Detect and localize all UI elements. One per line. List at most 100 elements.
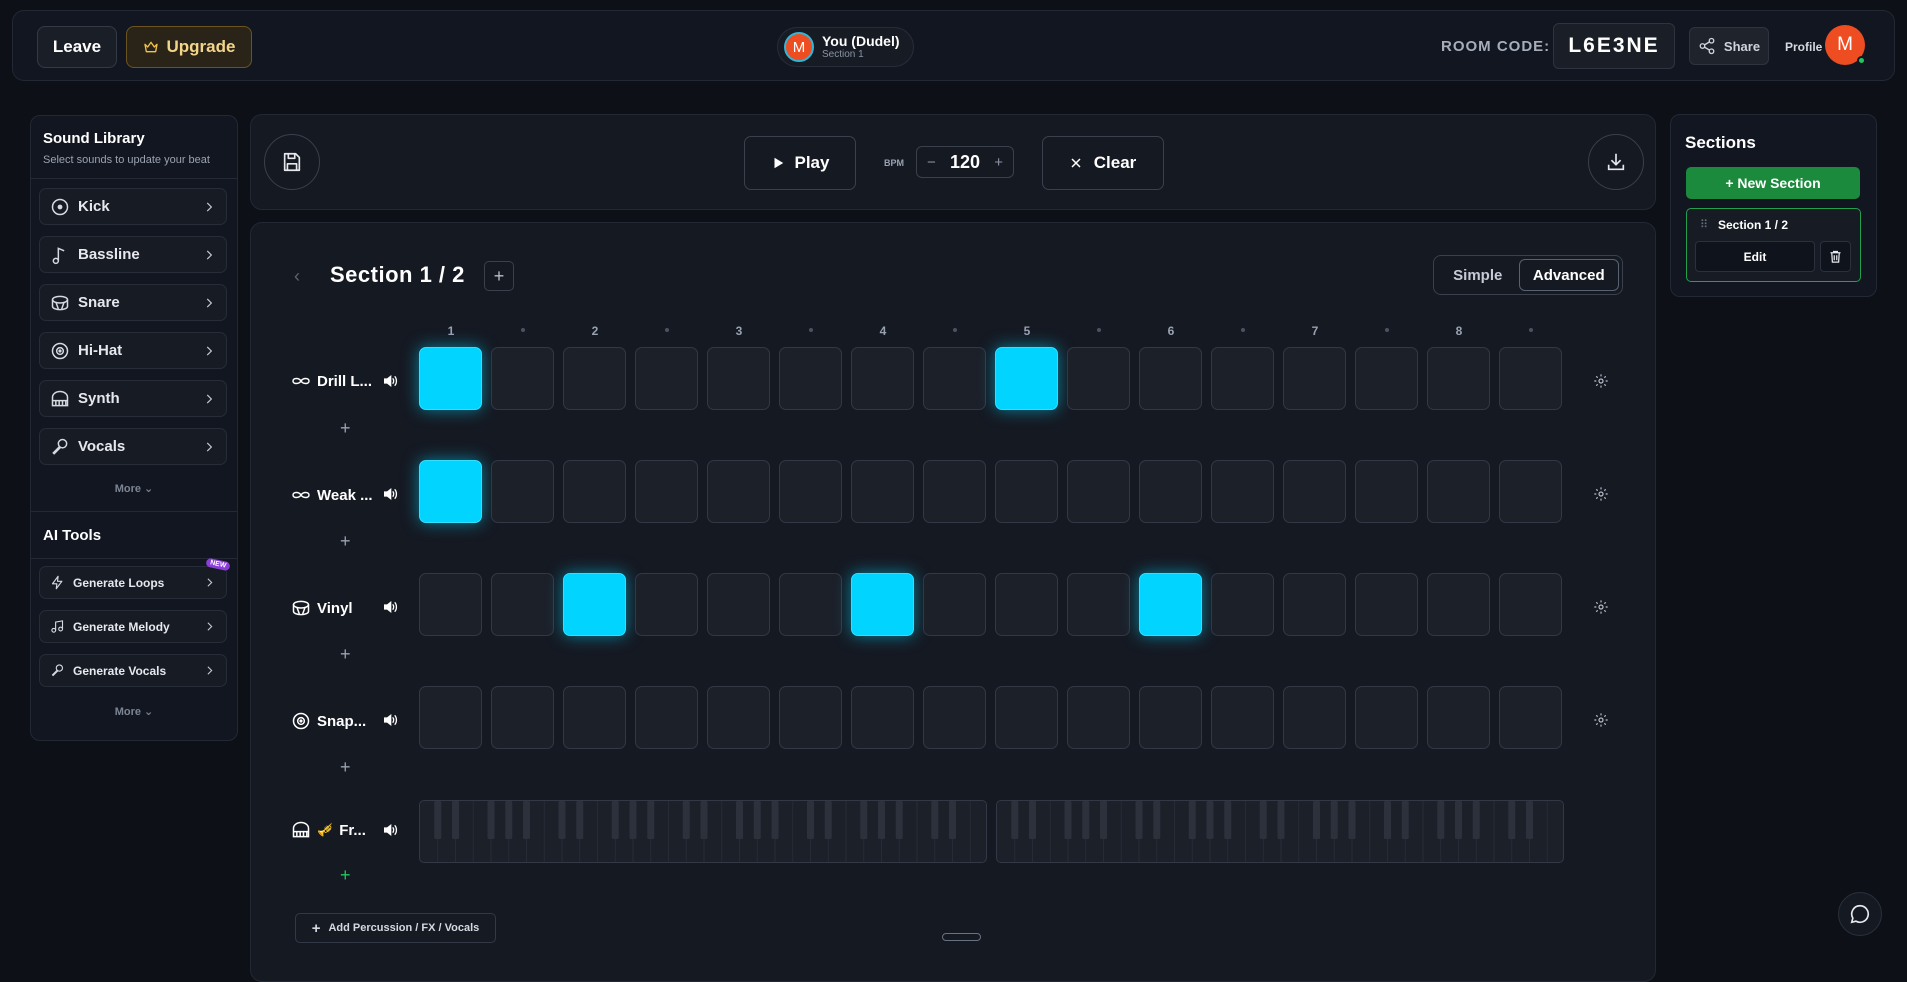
bpm-decrement-button[interactable]: − [927, 154, 936, 171]
drag-grip-icon[interactable]: ⠿ [1700, 218, 1708, 231]
add-track-variation-button[interactable]: + [340, 418, 351, 439]
step-cell[interactable] [635, 686, 698, 749]
step-cell[interactable] [1139, 686, 1202, 749]
ai-item-generate-loops[interactable]: Generate Loops [39, 566, 227, 599]
step-cell[interactable] [1499, 573, 1562, 636]
step-cell[interactable] [563, 460, 626, 523]
step-cell[interactable] [1211, 686, 1274, 749]
sound-item-hihat[interactable]: Hi-Hat [39, 332, 227, 369]
section-card[interactable]: ⠿ Section 1 / 2 Edit [1686, 208, 1861, 282]
step-cell[interactable] [1427, 573, 1490, 636]
mode-advanced-button[interactable]: Advanced [1518, 259, 1619, 291]
add-track-variation-button[interactable]: + [340, 531, 351, 552]
step-cell[interactable] [563, 347, 626, 410]
step-cell[interactable] [851, 686, 914, 749]
gear-icon[interactable] [1593, 599, 1609, 615]
track-label-4[interactable]: Snap... [291, 709, 366, 733]
step-cell[interactable] [1427, 347, 1490, 410]
step-cell[interactable] [1067, 347, 1130, 410]
step-cell[interactable] [923, 686, 986, 749]
delete-section-button[interactable] [1820, 241, 1851, 272]
step-cell[interactable] [1283, 347, 1346, 410]
gear-icon[interactable] [1593, 486, 1609, 502]
share-button[interactable]: Share [1689, 27, 1769, 65]
ai-item-generate-melody[interactable]: Generate Melody [39, 610, 227, 643]
sound-item-bassline[interactable]: Bassline [39, 236, 227, 273]
new-section-button[interactable]: + New Section [1686, 167, 1860, 199]
upgrade-button[interactable]: Upgrade [126, 26, 252, 68]
sound-item-kick[interactable]: Kick [39, 188, 227, 225]
track-label-3[interactable]: Vinyl [291, 596, 353, 620]
track-label-5[interactable]: 🎺 Fr... [291, 818, 366, 842]
download-button[interactable] [1588, 134, 1644, 190]
step-cell[interactable] [995, 347, 1058, 410]
piano-roll-2[interactable] [996, 800, 1564, 863]
step-cell[interactable] [1211, 573, 1274, 636]
add-track-variation-button[interactable]: + [340, 865, 351, 886]
speaker-icon[interactable] [382, 373, 398, 389]
sound-item-snare[interactable]: Snare [39, 284, 227, 321]
step-cell[interactable] [419, 573, 482, 636]
step-cell[interactable] [635, 347, 698, 410]
step-cell[interactable] [707, 573, 770, 636]
mode-simple-button[interactable]: Simple [1437, 259, 1519, 291]
clear-button[interactable]: Clear [1042, 136, 1164, 190]
step-cell[interactable] [563, 686, 626, 749]
step-cell[interactable] [1355, 347, 1418, 410]
step-cell[interactable] [491, 347, 554, 410]
step-cell[interactable] [995, 460, 1058, 523]
step-cell[interactable] [923, 573, 986, 636]
step-cell[interactable] [1283, 686, 1346, 749]
step-cell[interactable] [1499, 460, 1562, 523]
step-cell[interactable] [1355, 573, 1418, 636]
step-cell[interactable] [563, 573, 626, 636]
step-cell[interactable] [491, 573, 554, 636]
sound-library-more[interactable]: More ⌄ [31, 482, 237, 495]
bpm-increment-button[interactable]: + [994, 154, 1003, 171]
play-button[interactable]: Play [744, 136, 856, 190]
step-cell[interactable] [1211, 347, 1274, 410]
chat-button[interactable] [1838, 892, 1882, 936]
gear-icon[interactable] [1593, 712, 1609, 728]
track-label-2[interactable]: Weak ... [291, 483, 373, 507]
step-cell[interactable] [1427, 686, 1490, 749]
step-cell[interactable] [1139, 573, 1202, 636]
gear-icon[interactable] [1593, 373, 1609, 389]
step-cell[interactable] [419, 686, 482, 749]
step-cell[interactable] [1067, 573, 1130, 636]
speaker-icon[interactable] [382, 486, 398, 502]
add-track-variation-button[interactable]: + [340, 757, 351, 778]
step-cell[interactable] [1355, 686, 1418, 749]
ai-tools-more[interactable]: More ⌄ [31, 705, 237, 718]
step-cell[interactable] [1427, 460, 1490, 523]
step-cell[interactable] [851, 573, 914, 636]
step-cell[interactable] [923, 460, 986, 523]
previous-section-icon[interactable]: ‹ [294, 266, 300, 287]
track-label-1[interactable]: Drill L... [291, 369, 372, 393]
drag-handle[interactable] [942, 933, 981, 941]
profile-label[interactable]: Profile [1785, 40, 1822, 54]
ai-item-generate-vocals[interactable]: Generate Vocals [39, 654, 227, 687]
step-cell[interactable] [1355, 460, 1418, 523]
step-cell[interactable] [635, 573, 698, 636]
step-cell[interactable] [1499, 686, 1562, 749]
step-cell[interactable] [1211, 460, 1274, 523]
step-cell[interactable] [491, 686, 554, 749]
step-cell[interactable] [923, 347, 986, 410]
step-cell[interactable] [1139, 460, 1202, 523]
step-cell[interactable] [1067, 686, 1130, 749]
piano-roll-1[interactable] [419, 800, 987, 863]
step-cell[interactable] [635, 460, 698, 523]
step-cell[interactable] [995, 573, 1058, 636]
step-cell[interactable] [707, 347, 770, 410]
step-cell[interactable] [419, 460, 482, 523]
sound-item-vocals[interactable]: Vocals [39, 428, 227, 465]
step-cell[interactable] [1139, 347, 1202, 410]
speaker-icon[interactable] [382, 599, 398, 615]
step-cell[interactable] [779, 686, 842, 749]
step-cell[interactable] [779, 573, 842, 636]
speaker-icon[interactable] [382, 712, 398, 728]
step-cell[interactable] [851, 460, 914, 523]
speaker-icon[interactable] [382, 822, 398, 838]
add-section-button[interactable]: + [484, 261, 514, 291]
